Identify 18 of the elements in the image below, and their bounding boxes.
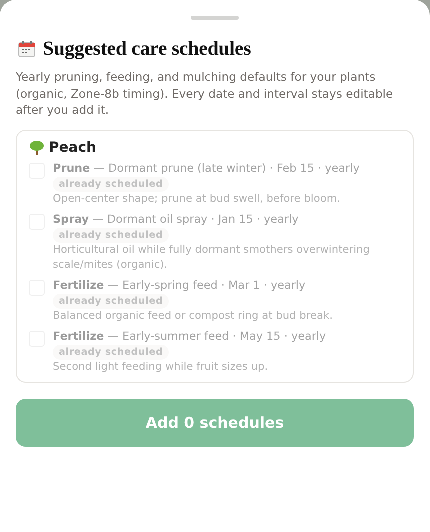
schedule-summary: Prune — Dormant prune (late winter) · Feb 15 · yearly <box>53 162 360 174</box>
schedule-summary: Fertilize — Early-spring feed · Mar 1 · yearly <box>53 278 306 292</box>
status-badge: already scheduled <box>53 176 170 192</box>
schedule-note: Balanced organic feed or compost ring at bud break. <box>53 308 334 324</box>
sheet-title: Suggested care schedules <box>43 38 252 61</box>
schedule-summary: Spray — Dormant oil spray · Jan 15 · yearly <box>53 212 299 226</box>
schedule-summary: Fertilize — Early-summer feed · May 15 · yearly <box>53 330 326 342</box>
schedule-note: Horticultural oil while fully dormant smothers overwintering scale/mites (organic). <box>53 242 371 272</box>
schedule-note: Second light feeding while fruit sizes up. <box>53 360 270 374</box>
status-badge: already scheduled <box>53 344 170 360</box>
plant-name: Peach <box>49 140 96 156</box>
status-badge: already scheduled <box>53 294 170 308</box>
schedule-note: Open-center shape; prune at bud swell, before bloom. <box>53 192 342 206</box>
calendar-icon <box>18 41 36 58</box>
status-badge: already scheduled <box>53 228 170 242</box>
drag-handle[interactable] <box>191 16 239 20</box>
sheet-description: Yearly pruning, feeding, and mulching defaults for your plants (organic, Zone-8b timing). Every date and interval stays editable after you add it. <box>16 69 394 118</box>
tree-icon <box>29 140 45 156</box>
